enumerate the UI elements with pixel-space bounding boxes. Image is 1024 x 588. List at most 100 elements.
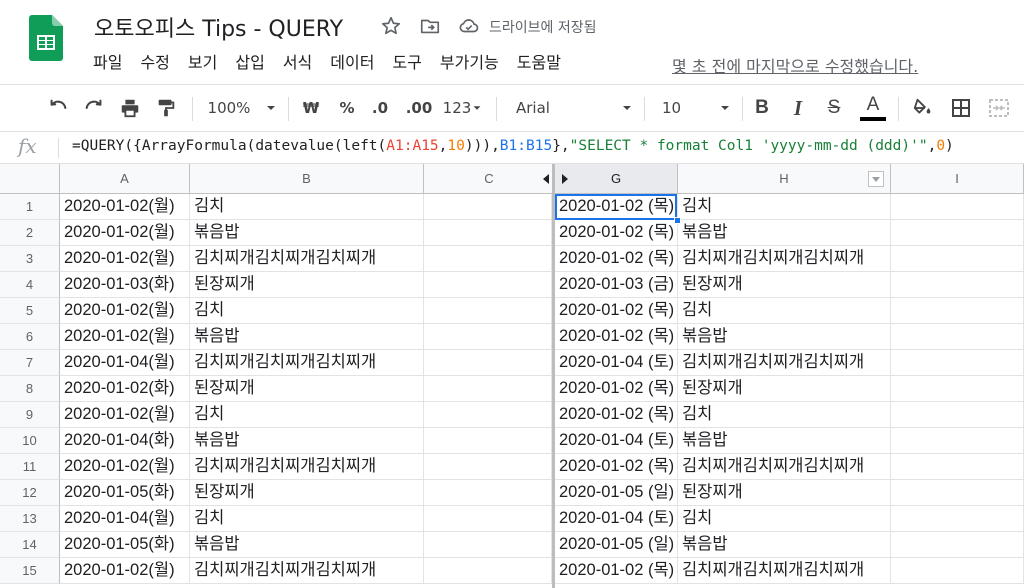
menu-tools[interactable]: 도구 xyxy=(383,52,430,74)
cell-g[interactable]: 2020-01-02 (목) xyxy=(555,298,678,324)
row-header[interactable]: 10 xyxy=(0,428,60,454)
cell-a[interactable]: 2020-01-03(화) xyxy=(60,272,190,298)
cell-h[interactable]: 김치찌개김치찌개김치찌개 xyxy=(678,454,891,480)
fill-color-button[interactable] xyxy=(910,85,936,131)
spreadsheet-grid[interactable]: A B C G H I 1 2020-01-02(월) 김치 2020-01-02 (… xyxy=(0,164,1024,588)
cell-c[interactable] xyxy=(424,506,552,532)
cell-a[interactable]: 2020-01-04(월) xyxy=(60,506,190,532)
cell-b[interactable]: 된장찌개 xyxy=(190,376,424,402)
cell-a[interactable]: 2020-01-02(월) xyxy=(60,298,190,324)
menu-view[interactable]: 보기 xyxy=(179,52,226,74)
cell-g[interactable]: 2020-01-02 (목) xyxy=(555,246,678,272)
cell-a[interactable]: 2020-01-02(월) xyxy=(60,558,190,584)
cell-c[interactable] xyxy=(424,272,552,298)
italic-button[interactable]: I xyxy=(786,85,810,131)
redo-button[interactable] xyxy=(80,85,108,131)
unhide-left-arrow-icon[interactable] xyxy=(542,174,550,184)
last-edit-link[interactable]: 몇 초 전에 마지막으로 수정했습니다. xyxy=(672,53,918,77)
sheets-logo-icon[interactable] xyxy=(29,15,63,61)
row-header[interactable]: 7 xyxy=(0,350,60,376)
cell-c[interactable] xyxy=(424,402,552,428)
cell-i[interactable] xyxy=(891,324,1024,350)
cell-g[interactable]: 2020-01-05 (일) xyxy=(555,480,678,506)
cell-h[interactable]: 된장찌개 xyxy=(678,480,891,506)
cell-c[interactable] xyxy=(424,298,552,324)
cell-a[interactable]: 2020-01-02(월) xyxy=(60,220,190,246)
cell-i[interactable] xyxy=(891,298,1024,324)
cell-g[interactable]: 2020-01-04 (토) xyxy=(555,428,678,454)
cell-a[interactable]: 2020-01-02(월) xyxy=(60,402,190,428)
fill-handle[interactable] xyxy=(674,217,681,224)
unhide-right-arrow-icon[interactable] xyxy=(561,174,569,184)
currency-format-button[interactable]: ₩ xyxy=(300,85,322,131)
cell-i[interactable] xyxy=(891,272,1024,298)
cell-g[interactable]: 2020-01-02 (목) xyxy=(555,454,678,480)
cell-b[interactable]: 볶음밥 xyxy=(190,428,424,454)
cell-g[interactable]: 2020-01-02 (목) xyxy=(555,402,678,428)
cell-g[interactable]: 2020-01-02 (목) xyxy=(555,324,678,350)
cell-a[interactable]: 2020-01-02(월) xyxy=(60,324,190,350)
increase-decimal-button[interactable]: .00 xyxy=(404,85,434,131)
cell-b[interactable]: 김치찌개김치찌개김치찌개 xyxy=(190,454,424,480)
cell-h[interactable]: 김치 xyxy=(678,402,891,428)
column-header-c[interactable]: C xyxy=(424,164,555,194)
borders-button[interactable] xyxy=(948,85,974,131)
font-size-select[interactable]: 10 xyxy=(656,85,732,131)
undo-button[interactable] xyxy=(44,85,72,131)
cell-h[interactable]: 김치 xyxy=(678,194,891,220)
cell-a[interactable]: 2020-01-02(월) xyxy=(60,454,190,480)
cell-h[interactable]: 된장찌개 xyxy=(678,376,891,402)
star-icon[interactable] xyxy=(380,15,402,37)
column-header-h[interactable]: H xyxy=(678,164,891,194)
paint-format-button[interactable] xyxy=(152,85,180,131)
cell-i[interactable] xyxy=(891,480,1024,506)
row-header[interactable]: 3 xyxy=(0,246,60,272)
cell-b[interactable]: 김치 xyxy=(190,298,424,324)
cell-a[interactable]: 2020-01-05(화) xyxy=(60,480,190,506)
menu-file[interactable]: 파일 xyxy=(84,52,131,74)
cell-h[interactable]: 볶음밥 xyxy=(678,324,891,350)
cell-g[interactable]: 2020-01-02 (목) xyxy=(555,558,678,584)
cell-c[interactable] xyxy=(424,350,552,376)
cell-i[interactable] xyxy=(891,246,1024,272)
cell-g[interactable]: 2020-01-02 (목) xyxy=(555,220,678,246)
cell-h[interactable]: 김치찌개김치찌개김치찌개 xyxy=(678,558,891,584)
cell-b[interactable]: 된장찌개 xyxy=(190,272,424,298)
cell-h[interactable]: 된장찌개 xyxy=(678,272,891,298)
cell-b[interactable]: 김치 xyxy=(190,402,424,428)
bold-button[interactable]: B xyxy=(750,85,774,131)
cell-c[interactable] xyxy=(424,220,552,246)
merge-cells-button[interactable] xyxy=(986,85,1012,131)
move-folder-icon[interactable] xyxy=(419,15,441,37)
cell-h[interactable]: 김치 xyxy=(678,506,891,532)
cell-c[interactable] xyxy=(424,480,552,506)
cell-i[interactable] xyxy=(891,350,1024,376)
cell-b[interactable]: 김치찌개김치찌개김치찌개 xyxy=(190,558,424,584)
cell-g[interactable]: 2020-01-02 (목) xyxy=(555,194,678,220)
cell-b[interactable]: 김치 xyxy=(190,194,424,220)
cell-h[interactable]: 볶음밥 xyxy=(678,220,891,246)
row-header[interactable]: 5 xyxy=(0,298,60,324)
cell-c[interactable] xyxy=(424,428,552,454)
select-all-corner[interactable] xyxy=(0,164,60,194)
column-header-g[interactable]: G xyxy=(555,164,678,194)
row-header[interactable]: 15 xyxy=(0,558,60,584)
cell-c[interactable] xyxy=(424,246,552,272)
row-header[interactable]: 12 xyxy=(0,480,60,506)
filter-dropdown-icon[interactable] xyxy=(868,171,884,187)
cell-i[interactable] xyxy=(891,194,1024,220)
cell-b[interactable]: 김치찌개김치찌개김치찌개 xyxy=(190,246,424,272)
cell-i[interactable] xyxy=(891,428,1024,454)
document-title[interactable]: 오토오피스 Tips - QUERY xyxy=(94,11,343,43)
cell-b[interactable]: 볶음밥 xyxy=(190,220,424,246)
row-header[interactable]: 9 xyxy=(0,402,60,428)
text-color-button[interactable]: A xyxy=(858,85,888,131)
cell-h[interactable]: 볶음밥 xyxy=(678,428,891,454)
cell-a[interactable]: 2020-01-02(월) xyxy=(60,246,190,272)
cell-h[interactable]: 김치찌개김치찌개김치찌개 xyxy=(678,246,891,272)
cell-b[interactable]: 김치찌개김치찌개김치찌개 xyxy=(190,350,424,376)
cell-g[interactable]: 2020-01-03 (금) xyxy=(555,272,678,298)
cell-i[interactable] xyxy=(891,220,1024,246)
cell-a[interactable]: 2020-01-02(화) xyxy=(60,376,190,402)
row-header[interactable]: 2 xyxy=(0,220,60,246)
